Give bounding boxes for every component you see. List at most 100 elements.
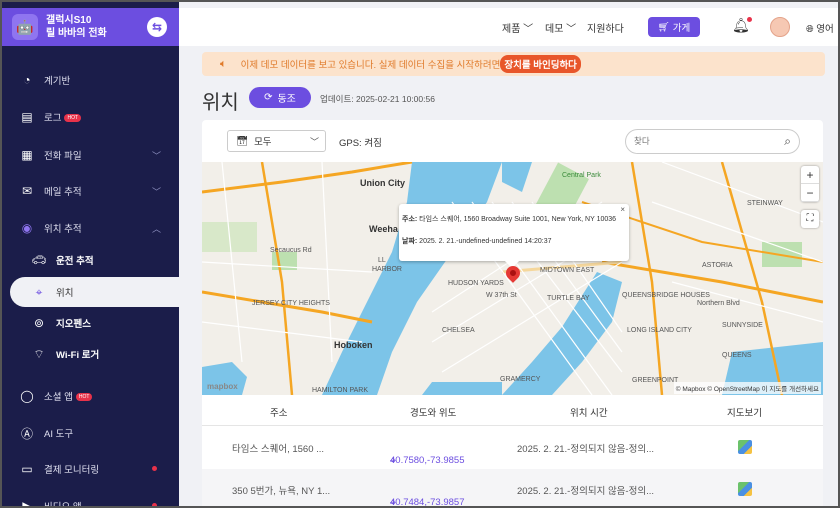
- notification-dot: [152, 503, 157, 506]
- nav-products[interactable]: 제품 ﹀: [502, 20, 533, 35]
- zoom-in-button[interactable]: +: [801, 166, 819, 184]
- top-bar: 제품 ﹀ 데모 ﹀ 지원하다 🛒︎ 가게 🔔︎ 🌐︎ 영어: [179, 8, 838, 46]
- column-header: 지도보기: [727, 408, 762, 419]
- sidebar-item-location-tracking[interactable]: ◉ 위치 추적 ︿: [2, 213, 179, 243]
- device-owner: 릴 바바의 전화: [46, 28, 107, 39]
- period-select[interactable]: 📅︎ 모두 ﹀: [227, 130, 326, 152]
- map-label: HAMILTON PARK: [312, 387, 369, 394]
- device-selector[interactable]: 🤖 갤럭시S10 릴 바바의 전화 ⇆: [2, 8, 179, 46]
- location-icon: ◉: [21, 221, 33, 235]
- nav-support[interactable]: 지원하다: [587, 20, 624, 35]
- sidebar-item-log[interactable]: ▤ 로그 HOT: [2, 102, 179, 132]
- chat-icon: ◯: [20, 389, 34, 403]
- map-label: MIDTOWN EAST: [540, 267, 595, 274]
- last-updated: 업데이트: 2025-02-21 10:00:56: [320, 94, 435, 104]
- zoom-control: + −: [801, 166, 819, 202]
- nav-demo[interactable]: 데모 ﹀: [545, 20, 576, 35]
- buy-button[interactable]: 🛒︎ 가게: [648, 17, 700, 37]
- popup-address: 타임스 스퀘어, 1560 Broadway Suite 1001, New Y…: [419, 216, 617, 223]
- sidebar-item-wifi[interactable]: ⌔ Wi-Fi 로거: [2, 339, 179, 369]
- popup-date: 2025. 2. 21.-undefined-undefined 14:20:3…: [419, 238, 552, 245]
- map-label: Secaucus Rd: [270, 247, 312, 254]
- pin-icon: ⌖: [35, 284, 43, 299]
- switch-device-icon[interactable]: ⇆: [147, 17, 167, 37]
- map-view[interactable]: Union City Weeha Hoboken Central Park MI…: [202, 162, 823, 395]
- sidebar-item-payment[interactable]: ▭ 결제 모니터링: [2, 454, 179, 484]
- sidebar-item-label: Wi-Fi 로거: [56, 350, 100, 361]
- sidebar-item-driving[interactable]: 🚗︎ 운전 추적: [2, 245, 179, 275]
- payment-icon: ▭: [21, 462, 33, 476]
- table-row: 350 5번가, 뉴욕, NY 1... ⌖ 40.7484,-73.9857 …: [202, 469, 823, 508]
- ai-icon: Ⓐ: [20, 426, 33, 441]
- chevron-down-icon: ﹀: [309, 137, 319, 147]
- row-address: 350 5번가, 뉴욕, NY 1...: [232, 486, 331, 497]
- sync-button[interactable]: ⟳ 동조: [249, 87, 311, 108]
- refresh-icon: ⟳: [264, 92, 273, 103]
- table-header: 주소 경도와 위도 위치 시간 지도보기: [202, 396, 823, 426]
- column-header: 경도와 위도: [410, 408, 457, 419]
- search-input[interactable]: [634, 136, 774, 146]
- sidebar-item-label: 로그: [44, 113, 62, 124]
- dashboard-icon: ◔: [23, 73, 31, 87]
- table-row: 타임스 스퀘어, 1560 ... ⌖ 40.7580,-73.9855 202…: [202, 427, 823, 467]
- chevron-up-icon: ︿: [151, 223, 161, 234]
- cart-icon: 🛒︎: [657, 21, 670, 33]
- chevron-down-icon: ﹀: [151, 186, 161, 197]
- avatar[interactable]: [770, 17, 790, 37]
- chevron-down-icon: ﹀: [151, 150, 161, 161]
- language-selector[interactable]: 🌐︎ 영어: [806, 21, 834, 35]
- row-coords: 40.7580,-73.9855: [390, 455, 465, 466]
- android-icon: 🤖: [12, 14, 38, 40]
- row-address: 타임스 스퀘어, 1560 ...: [232, 444, 325, 455]
- notification-dot: [152, 466, 157, 471]
- sidebar-item-video[interactable]: ▶ 비디오 앱: [2, 491, 179, 508]
- sidebar-item-phone-files[interactable]: ▦ 전화 파일 ﹀: [2, 140, 179, 170]
- mail-icon: ✉: [21, 184, 33, 198]
- map-attribution[interactable]: © Mapbox © OpenStreetMap 이 지도를 개선하세요: [673, 382, 821, 394]
- map-label: GREENPOINT: [632, 377, 679, 384]
- sidebar-item-dashboard[interactable]: ◔ 계기반: [2, 65, 179, 95]
- bell-icon[interactable]: 🔔︎: [732, 17, 752, 34]
- map-label: LL: [378, 257, 386, 264]
- bind-device-link[interactable]: 장치를 바인딩하다: [500, 55, 581, 73]
- row-time: 2025. 2. 21.-정의되지 않음-정의...: [517, 444, 654, 455]
- sidebar-item-label: 소셜 앱: [44, 392, 73, 403]
- map-label: Hoboken: [334, 340, 373, 350]
- sidebar-item-label: 계기반: [44, 76, 71, 87]
- sidebar-item-label: AI 도구: [44, 429, 74, 440]
- map-view-icon[interactable]: [738, 440, 752, 454]
- map-label: GRAMERCY: [500, 376, 541, 383]
- globe-icon: 🌐︎: [806, 24, 814, 35]
- sidebar-item-label: 결제 모니터링: [44, 465, 100, 476]
- calendar-icon: 📅︎: [236, 135, 249, 147]
- map-label: Northern Blvd: [697, 300, 740, 307]
- device-name: 갤럭시S10: [46, 15, 92, 26]
- fullscreen-icon[interactable]: ⛶: [801, 210, 819, 228]
- map-label: CHELSEA: [442, 327, 475, 334]
- map-label: QUEENSBRIDGE HOUSES: [622, 292, 710, 299]
- sidebar-item-ai[interactable]: Ⓐ AI 도구: [2, 418, 179, 448]
- sidebar-item-label: 전화 파일: [44, 151, 82, 162]
- map-label: Union City: [360, 178, 405, 188]
- close-icon[interactable]: ×: [620, 205, 625, 214]
- sidebar-item-label: 위치: [56, 288, 74, 299]
- sidebar-item-location[interactable]: ⌖ 위치: [10, 277, 186, 307]
- row-coords: 40.7484,-73.9857: [390, 497, 465, 508]
- sidebar-item-geofence[interactable]: ⊚ 지오펜스: [2, 308, 179, 338]
- car-icon: 🚗︎: [31, 253, 47, 267]
- sidebar-item-mail[interactable]: ✉ 메일 추적 ﹀: [2, 176, 179, 206]
- search-box[interactable]: ⌕: [625, 129, 800, 154]
- phone-file-icon: ▦: [21, 148, 33, 162]
- search-icon[interactable]: ⌕: [784, 134, 791, 149]
- sidebar-item-label: 비디오 앱: [44, 502, 82, 508]
- map-label: LONG ISLAND CITY: [627, 327, 692, 334]
- map-label: SUNNYSIDE: [722, 322, 763, 329]
- zoom-out-button[interactable]: −: [801, 184, 819, 202]
- sidebar-item-social[interactable]: ◯ 소셜 앱 HOT: [2, 381, 179, 411]
- page-title: 위치: [202, 92, 239, 114]
- map-view-icon[interactable]: [738, 482, 752, 496]
- map-label: ASTORIA: [702, 262, 733, 269]
- map-label: Central Park: [562, 172, 601, 179]
- map-label: QUEENS: [722, 352, 752, 359]
- notification-dot: [746, 17, 752, 22]
